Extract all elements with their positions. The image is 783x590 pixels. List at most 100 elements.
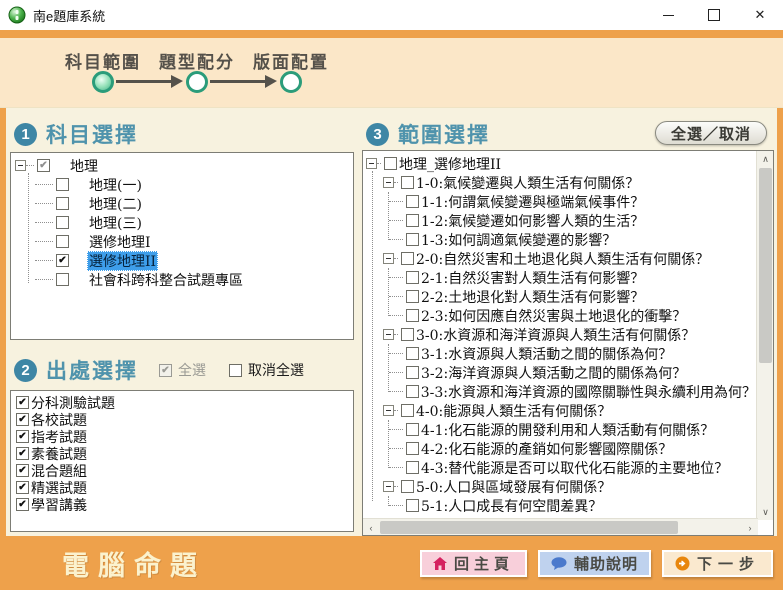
vertical-scrollbar[interactable]: ∧ ∨ — [756, 151, 773, 520]
tree-group-item[interactable]: 2-0:自然災害和土地退化與人類生活有何關係？ — [363, 249, 758, 268]
tree-item-label[interactable]: 4-2:化石能源的產銷如何影響國際關係？ — [419, 439, 674, 459]
tree-item-label[interactable]: 2-3:如何因應自然災害與土地退化的衝擊？ — [419, 306, 688, 326]
tree-item[interactable]: 2-2:土地退化對人類生活有何影響？ — [363, 287, 758, 306]
vertical-scroll-thumb[interactable] — [759, 168, 772, 363]
tree-item-label[interactable]: 選修地理I — [87, 232, 153, 252]
item-checkbox[interactable] — [406, 347, 419, 360]
tree-item[interactable]: 3-1:水資源與人類活動之間的關係為何？ — [363, 344, 758, 363]
item-checkbox[interactable] — [16, 430, 29, 443]
deselect-all-checkbox[interactable] — [229, 364, 242, 377]
tree-item-label[interactable]: 1-2:氣候變遷如何影響人類的生活？ — [419, 211, 646, 231]
tree-item[interactable]: 1-1:何謂氣候變遷與極端氣候事件？ — [363, 192, 758, 211]
item-checkbox[interactable] — [401, 176, 414, 189]
tree-item-label[interactable]: 社會科跨科整合試題專區 — [87, 270, 245, 290]
tree-item-label[interactable]: 5-1:人口成長有何空間差異？ — [419, 496, 604, 516]
tree-group-label[interactable]: 1-0:氣候變遷與人類生活有何關係？ — [414, 173, 641, 193]
expand-toggle-icon[interactable] — [383, 481, 394, 492]
item-checkbox[interactable] — [401, 252, 414, 265]
help-button[interactable]: 輔助說明 — [538, 550, 651, 577]
select-all-checkbox[interactable] — [159, 364, 172, 377]
tree-group-label[interactable]: 5-0:人口與區域發展有何關係？ — [414, 477, 613, 497]
item-checkbox[interactable] — [16, 447, 29, 460]
item-checkbox[interactable] — [406, 290, 419, 303]
scroll-down-icon[interactable]: ∨ — [757, 504, 774, 520]
item-checkbox[interactable] — [406, 271, 419, 284]
item-checkbox[interactable] — [401, 404, 414, 417]
tree-item[interactable]: 3-2:海洋資源與人類活動之間的關係為何？ — [363, 363, 758, 382]
item-checkbox[interactable] — [406, 499, 419, 512]
maximize-button[interactable] — [691, 0, 737, 30]
item-checkbox[interactable] — [384, 157, 397, 170]
tree-item[interactable]: 4-3:替代能源是否可以取代化石能源的主要地位？ — [363, 458, 758, 477]
item-checkbox[interactable] — [56, 273, 69, 286]
list-item[interactable]: 素養試題 — [11, 445, 353, 462]
tree-item[interactable]: 1-2:氣候變遷如何影響人類的生活？ — [363, 211, 758, 230]
item-checkbox[interactable] — [37, 159, 50, 172]
item-checkbox[interactable] — [406, 233, 419, 246]
item-checkbox[interactable] — [56, 178, 69, 191]
minimize-button[interactable] — [645, 0, 691, 30]
next-step-button[interactable]: 下一步 — [662, 550, 773, 577]
tree-item[interactable]: 社會科跨科整合試題專區 — [11, 270, 353, 289]
tree-group-item[interactable]: 3-0:水資源和海洋資源與人類生活有何關係？ — [363, 325, 758, 344]
tree-group-label[interactable]: 3-0:水資源和海洋資源與人類生活有何關係？ — [414, 325, 697, 345]
tree-item-label[interactable]: 地理 — [68, 156, 100, 176]
tree-item-label-selected[interactable]: 選修地理II — [87, 251, 158, 271]
tree-item[interactable]: 選修地理I — [11, 232, 353, 251]
horizontal-scroll-thumb[interactable] — [380, 521, 678, 534]
tree-group-item[interactable]: 4-0:能源與人類生活有何關係？ — [363, 401, 758, 420]
tree-item-label[interactable]: 2-2:土地退化對人類生活有何影響？ — [419, 287, 646, 307]
tree-item-label[interactable]: 地理_選修地理II — [397, 154, 503, 174]
item-checkbox[interactable] — [406, 366, 419, 379]
tree-item[interactable]: 4-2:化石能源的產銷如何影響國際關係？ — [363, 439, 758, 458]
item-checkbox[interactable] — [16, 464, 29, 477]
tree-item[interactable]: 地理(三) — [11, 213, 353, 232]
tree-item[interactable]: 5-1:人口成長有何空間差異？ — [363, 496, 758, 515]
item-checkbox[interactable] — [401, 480, 414, 493]
tree-group-item[interactable]: 5-0:人口與區域發展有何關係？ — [363, 477, 758, 496]
list-item[interactable]: 各校試題 — [11, 411, 353, 428]
tree-item-label[interactable]: 2-1:自然災害對人類生活有何影響？ — [419, 268, 646, 288]
item-checkbox[interactable] — [56, 197, 69, 210]
expand-toggle-icon[interactable] — [383, 405, 394, 416]
scroll-right-icon[interactable]: › — [742, 519, 758, 536]
expand-toggle-icon[interactable] — [383, 177, 394, 188]
tree-item-label[interactable]: 4-3:替代能源是否可以取代化石能源的主要地位？ — [419, 458, 730, 478]
list-item[interactable]: 精選試題 — [11, 479, 353, 496]
tree-item[interactable]: 選修地理II — [11, 251, 353, 270]
tree-item-label[interactable]: 地理(二) — [87, 194, 144, 214]
expand-toggle-icon[interactable] — [366, 158, 377, 169]
item-checkbox[interactable] — [406, 461, 419, 474]
tree-group-label[interactable]: 2-0:自然災害和土地退化與人類生活有何關係？ — [414, 249, 711, 269]
select-all-toggle-button[interactable]: 全選／取消 — [655, 121, 767, 145]
tree-item-root[interactable]: 地理_選修地理II — [363, 154, 758, 173]
tree-group-label[interactable]: 4-0:能源與人類生活有何關係？ — [414, 401, 613, 421]
list-item[interactable]: 學習講義 — [11, 496, 353, 513]
horizontal-scrollbar[interactable]: ‹ › — [363, 518, 758, 535]
tree-item[interactable]: 2-3:如何因應自然災害與土地退化的衝擊？ — [363, 306, 758, 325]
expand-toggle-icon[interactable] — [383, 329, 394, 340]
expand-toggle-icon[interactable] — [383, 253, 394, 264]
item-checkbox[interactable] — [406, 385, 419, 398]
tree-item-label[interactable]: 地理(三) — [87, 213, 144, 233]
tree-item-root[interactable]: 地理 — [11, 156, 353, 175]
item-checkbox[interactable] — [16, 413, 29, 426]
tree-item-label[interactable]: 3-3:水資源和海洋資源的國際關聯性與永續利用為何？ — [419, 382, 758, 402]
tree-item-label[interactable]: 3-2:海洋資源與人類活動之間的關係為何？ — [419, 363, 688, 383]
item-checkbox[interactable] — [56, 216, 69, 229]
item-checkbox[interactable] — [56, 235, 69, 248]
tree-item-label[interactable]: 1-1:何謂氣候變遷與極端氣候事件？ — [419, 192, 646, 212]
tree-item[interactable]: 4-1:化石能源的開發利用和人類活動有何關係？ — [363, 420, 758, 439]
expand-toggle-icon[interactable] — [15, 160, 26, 171]
item-checkbox[interactable] — [406, 214, 419, 227]
tree-item[interactable]: 2-1:自然災害對人類生活有何影響？ — [363, 268, 758, 287]
tree-item-label[interactable]: 3-1:水資源與人類活動之間的關係為何？ — [419, 344, 674, 364]
list-item[interactable]: 指考試題 — [11, 428, 353, 445]
tree-item[interactable]: 1-3:如何調適氣候變遷的影響？ — [363, 230, 758, 249]
tree-item[interactable]: 3-3:水資源和海洋資源的國際關聯性與永續利用為何？ — [363, 382, 758, 401]
item-checkbox[interactable] — [401, 328, 414, 341]
list-item-label[interactable]: 學習講義 — [29, 495, 89, 515]
scroll-up-icon[interactable]: ∧ — [757, 151, 774, 167]
list-item[interactable]: 混合題組 — [11, 462, 353, 479]
close-button[interactable] — [737, 0, 783, 30]
